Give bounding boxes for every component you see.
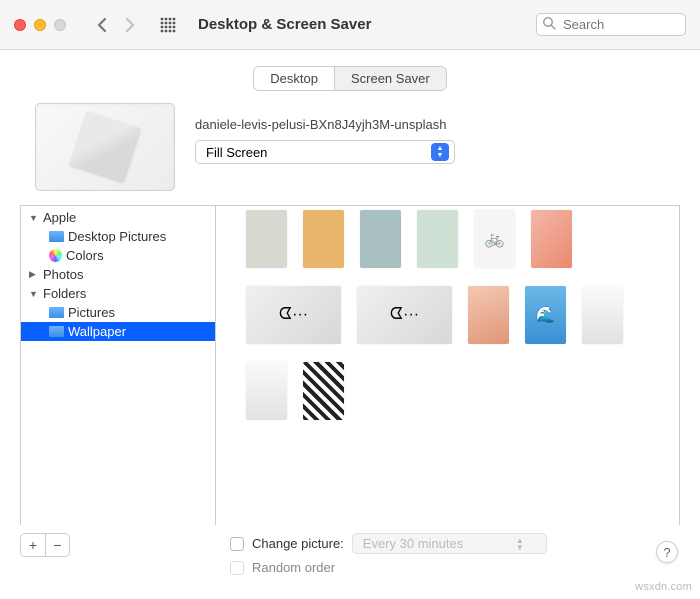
fill-mode-select[interactable]: Fill Screen ▲▼	[195, 140, 455, 164]
sidebar-item-pictures[interactable]: Pictures	[21, 303, 215, 322]
tab-screen-saver[interactable]: Screen Saver	[334, 67, 446, 90]
zoom-button	[54, 19, 66, 31]
watermark: wsxdn.com	[635, 581, 692, 593]
wallpaper-filename: daniele-levis-pelusi-BXn8J4yjh3M-unsplas…	[195, 117, 680, 132]
sidebar-item-apple[interactable]: ▼ Apple	[21, 208, 215, 227]
thumbnail-grid[interactable]: 🚲 ᗧ··· ᗧ··· 🌊	[216, 206, 679, 525]
random-order-label: Random order	[252, 560, 335, 575]
sidebar-item-wallpaper[interactable]: Wallpaper	[21, 322, 215, 341]
thumbnail[interactable]	[303, 362, 344, 420]
folder-icon	[49, 307, 64, 318]
sidebar-item-label: Wallpaper	[68, 324, 126, 339]
chevron-down-icon[interactable]: ▼	[29, 213, 39, 223]
random-order-row: Random order	[230, 560, 547, 575]
nav-arrows	[96, 17, 136, 33]
fill-mode-value: Fill Screen	[206, 145, 267, 160]
thumbnail[interactable]	[360, 210, 401, 268]
sidebar-item-label: Folders	[43, 286, 86, 301]
thumbnail[interactable]	[582, 286, 623, 344]
sidebar-item-label: Apple	[43, 210, 76, 225]
interval-value: Every 30 minutes	[363, 536, 463, 551]
close-button[interactable]	[14, 19, 26, 31]
preview-info: daniele-levis-pelusi-BXn8J4yjh3M-unsplas…	[195, 103, 680, 164]
chevron-right-icon[interactable]: ▶	[29, 269, 39, 280]
select-arrows-icon: ▲▼	[431, 143, 449, 161]
folder-icon	[49, 326, 64, 337]
thumbnail[interactable]: 🌊	[525, 286, 566, 344]
titlebar: Desktop & Screen Saver	[0, 0, 700, 50]
thumbnail[interactable]	[417, 210, 458, 268]
remove-folder-button[interactable]: −	[45, 534, 69, 556]
thumbnail[interactable]	[303, 210, 344, 268]
thumbnail[interactable]: 🚲	[474, 210, 515, 268]
minimize-button[interactable]	[34, 19, 46, 31]
back-button[interactable]	[96, 17, 107, 33]
chevron-down-icon[interactable]: ▼	[29, 289, 39, 299]
sidebar-item-colors[interactable]: Colors	[21, 246, 215, 265]
change-picture-checkbox[interactable]	[230, 537, 244, 551]
sidebar-item-label: Pictures	[68, 305, 115, 320]
colors-icon	[49, 249, 62, 262]
source-sidebar[interactable]: ▼ Apple Desktop Pictures Colors ▶ Photos…	[21, 206, 216, 525]
add-remove-group: + −	[20, 533, 70, 557]
help-button[interactable]: ?	[656, 541, 678, 563]
sidebar-item-label: Photos	[43, 267, 83, 282]
thumbnail[interactable]: ᗧ···	[357, 286, 452, 344]
bottom-bar: + − Change picture: Every 30 minutes ▲▼ …	[0, 525, 700, 589]
change-picture-label: Change picture:	[252, 536, 344, 551]
folder-icon	[49, 231, 64, 242]
thumbnail[interactable]	[246, 210, 287, 268]
thumbnail[interactable]: ᗧ···	[246, 286, 341, 344]
desktop-preview	[35, 103, 175, 191]
window-controls	[14, 19, 66, 31]
search-icon	[542, 16, 556, 35]
select-arrows-icon: ▲▼	[516, 537, 524, 551]
sidebar-item-desktop-pictures[interactable]: Desktop Pictures	[21, 227, 215, 246]
sidebar-item-photos[interactable]: ▶ Photos	[21, 265, 215, 284]
thumbnail[interactable]	[468, 286, 509, 344]
forward-button	[125, 17, 136, 33]
add-folder-button[interactable]: +	[21, 534, 45, 556]
tabs-row: Desktop Screen Saver	[0, 50, 700, 103]
sidebar-item-folders[interactable]: ▼ Folders	[21, 284, 215, 303]
change-picture-row: Change picture: Every 30 minutes ▲▼	[230, 533, 547, 554]
window-title: Desktop & Screen Saver	[198, 16, 371, 33]
preview-image	[68, 110, 141, 183]
search-input[interactable]	[536, 13, 686, 36]
thumbnail[interactable]	[246, 362, 287, 420]
main-split: ▼ Apple Desktop Pictures Colors ▶ Photos…	[20, 205, 680, 525]
tab-desktop[interactable]: Desktop	[254, 67, 334, 90]
preview-row: daniele-levis-pelusi-BXn8J4yjh3M-unsplas…	[0, 103, 700, 205]
search-container	[536, 13, 686, 36]
sidebar-item-label: Colors	[66, 248, 104, 263]
interval-select: Every 30 minutes ▲▼	[352, 533, 547, 554]
grid-icon[interactable]	[160, 17, 176, 33]
random-order-checkbox	[230, 561, 244, 575]
options: Change picture: Every 30 minutes ▲▼ Rand…	[230, 533, 547, 581]
sidebar-item-label: Desktop Pictures	[68, 229, 166, 244]
thumbnail[interactable]	[531, 210, 572, 268]
tabs: Desktop Screen Saver	[253, 66, 446, 91]
